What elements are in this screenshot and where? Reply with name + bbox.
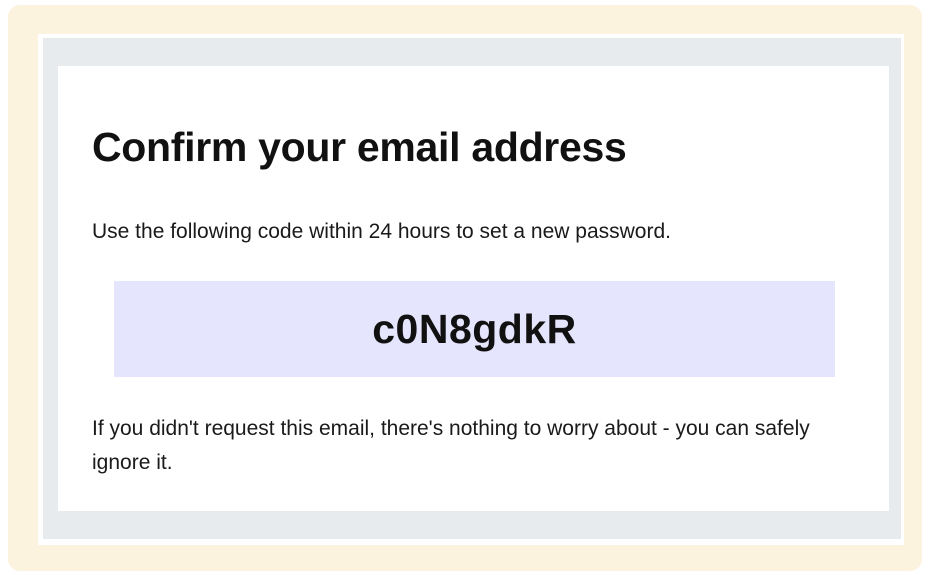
disclaimer-text: If you didn't request this email, there'… bbox=[92, 417, 810, 474]
verification-code[interactable]: c0N8gdkR bbox=[372, 306, 577, 353]
email-title: Confirm your email address bbox=[92, 124, 627, 170]
verification-code-box: c0N8gdkR bbox=[114, 281, 835, 377]
email-card: Confirm your email address Use the follo… bbox=[58, 66, 889, 511]
instructions-text: Use the following code within 24 hours t… bbox=[92, 220, 671, 243]
